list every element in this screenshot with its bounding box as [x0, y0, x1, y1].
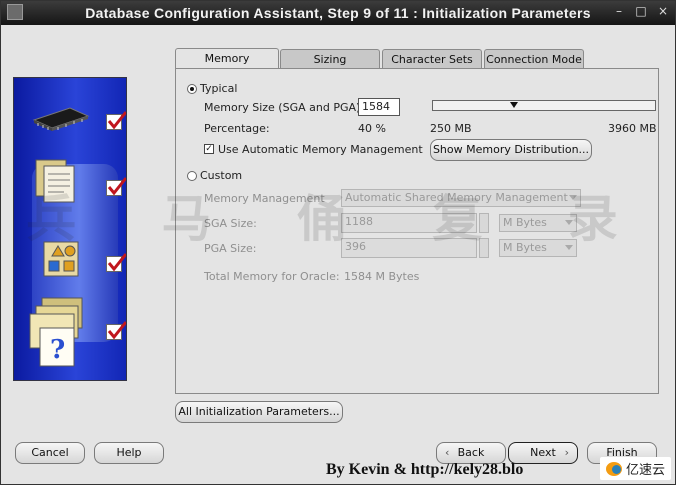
cancel-button[interactable]: Cancel [15, 442, 85, 464]
memory-size-label: Memory Size (SGA and PGA): [204, 101, 364, 114]
slider-min-label: 250 MB [430, 122, 472, 135]
pga-unit-select[interactable]: M Bytes [499, 239, 577, 257]
back-label: Back [457, 446, 485, 459]
chevron-down-icon [569, 195, 577, 200]
sga-unit-value: M Bytes [503, 216, 547, 229]
memory-management-label: Memory Management [204, 192, 325, 205]
memory-management-value: Automatic Shared Memory Management [345, 191, 568, 204]
shapes-icon [43, 241, 79, 277]
custom-radio[interactable] [187, 171, 197, 181]
amm-label: Use Automatic Memory Management [218, 143, 423, 156]
memory-size-slider[interactable] [432, 100, 656, 111]
brand-text: 亿速云 [625, 463, 665, 478]
sga-size-label: SGA Size: [204, 217, 257, 230]
slider-max-label: 3960 MB [608, 122, 657, 135]
pga-unit-value: M Bytes [503, 241, 547, 254]
memory-chip-icon [32, 107, 90, 131]
credit-text: By Kevin & http://kely28.blo [326, 461, 524, 478]
memory-size-input[interactable]: 1584 [358, 98, 400, 116]
close-button[interactable]: × [655, 4, 671, 18]
step-complete-check-icon [106, 321, 126, 340]
all-initialization-parameters-button[interactable]: All Initialization Parameters... [175, 401, 343, 423]
sga-size-input[interactable]: 1188 [341, 213, 477, 233]
help-button[interactable]: Help [94, 442, 164, 464]
show-memory-distribution-button[interactable]: Show Memory Distribution... [430, 139, 592, 161]
tab-character-sets[interactable]: Character Sets [382, 49, 482, 68]
step-complete-check-icon [106, 111, 126, 130]
custom-label: Custom [200, 169, 243, 182]
next-label: Next [530, 446, 556, 459]
chevron-right-icon: › [564, 446, 569, 459]
window-title: Database Configuration Assistant, Step 9… [85, 5, 591, 21]
memory-panel: Typical Memory Size (SGA and PGA): 1584 … [175, 68, 659, 394]
total-memory-value: 1584 M Bytes [344, 270, 420, 283]
sga-unit-select[interactable]: M Bytes [499, 214, 577, 232]
svg-text:?: ? [50, 335, 65, 365]
amm-checkbox[interactable]: ✓ [204, 144, 214, 154]
documents-icon [35, 159, 75, 203]
pga-size-input[interactable]: 396 [341, 238, 477, 258]
typical-radio[interactable] [187, 84, 197, 94]
tab-memory[interactable]: Memory [175, 48, 279, 69]
percentage-label: Percentage: [204, 122, 270, 135]
step-complete-check-icon [106, 253, 126, 272]
typical-label: Typical [200, 82, 238, 95]
memory-management-select[interactable]: Automatic Shared Memory Management [341, 189, 581, 207]
pga-size-label: PGA Size: [204, 242, 257, 255]
chevron-down-icon [565, 245, 573, 250]
pga-size-spinner[interactable] [479, 238, 489, 258]
chevron-down-icon [565, 220, 573, 225]
maximize-button[interactable]: □ [633, 4, 649, 18]
chevron-left-icon: ‹ [445, 446, 450, 459]
title-bar: Database Configuration Assistant, Step 9… [1, 1, 675, 25]
percentage-value: 40 % [358, 122, 386, 135]
wizard-illustration: ? [13, 77, 127, 381]
tab-sizing[interactable]: Sizing [280, 49, 380, 68]
step-complete-check-icon [106, 177, 126, 196]
brand-badge: 亿速云 [599, 457, 671, 480]
minimize-button[interactable]: – [611, 4, 627, 18]
total-memory-label: Total Memory for Oracle: [204, 270, 340, 283]
sga-size-spinner[interactable] [479, 213, 489, 233]
slider-thumb-icon[interactable] [510, 102, 518, 108]
folders-question-icon: ? [29, 297, 83, 367]
brand-logo-icon [605, 461, 622, 476]
tab-connection-mode[interactable]: Connection Mode [484, 49, 584, 68]
dbca-window: Database Configuration Assistant, Step 9… [0, 0, 676, 485]
